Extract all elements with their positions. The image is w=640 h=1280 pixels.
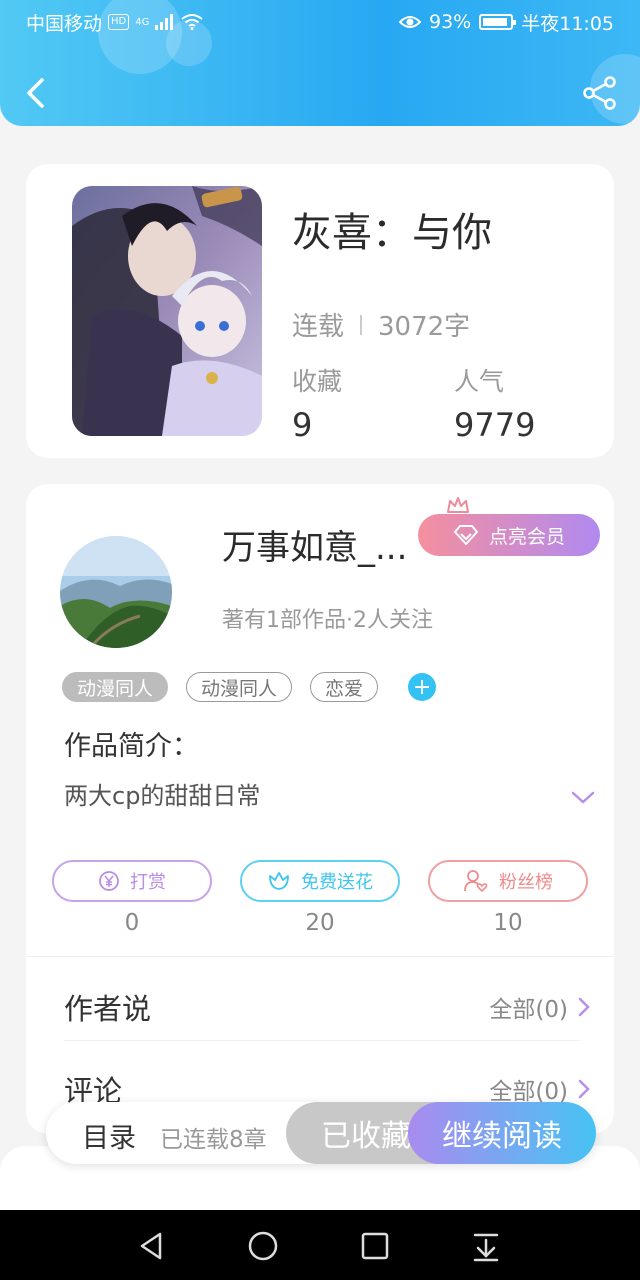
triangle-back-icon bbox=[140, 1232, 162, 1260]
hd-badge: HD bbox=[108, 14, 130, 30]
bottom-action-bar: 目录 已连载8章 已收藏 继续阅读 bbox=[46, 1102, 596, 1164]
diamond-icon bbox=[453, 525, 478, 545]
author-avatar[interactable] bbox=[60, 536, 172, 648]
chevron-right-icon bbox=[578, 1079, 590, 1099]
chevron-down-icon[interactable] bbox=[570, 790, 596, 806]
tag-item[interactable]: 动漫同人 bbox=[186, 672, 293, 702]
comments-all-text: 全部(0) bbox=[489, 1079, 568, 1105]
eye-comfort-icon bbox=[399, 16, 421, 28]
square-recents-icon bbox=[361, 1232, 389, 1260]
nav-recents-button[interactable] bbox=[357, 1228, 393, 1264]
battery-icon bbox=[479, 14, 517, 30]
reward-button[interactable]: 打赏 bbox=[52, 860, 212, 902]
author-meta: 著有1部作品·2人关注 bbox=[222, 608, 433, 633]
tag-item[interactable]: 恋爱 bbox=[310, 672, 379, 702]
wifi-icon bbox=[181, 14, 203, 30]
network-label: 4G bbox=[135, 16, 150, 28]
intro-text: 两大cp的甜甜日常 bbox=[64, 782, 261, 810]
divider bbox=[360, 314, 363, 335]
continue-reading-button[interactable]: 继续阅读 bbox=[408, 1102, 596, 1164]
book-title: 灰喜：与你 bbox=[292, 210, 492, 256]
share-button[interactable] bbox=[582, 76, 618, 110]
reward-count: 0 bbox=[124, 910, 140, 936]
clock: 半夜11:05 bbox=[521, 12, 614, 35]
intro-label: 作品简介： bbox=[64, 731, 199, 762]
signal-icon bbox=[155, 14, 174, 30]
battery-percent: 93% bbox=[429, 11, 472, 33]
tag-item[interactable]: 动漫同人 bbox=[62, 672, 169, 702]
reward-label: 打赏 bbox=[130, 872, 166, 893]
nav-home-button[interactable] bbox=[245, 1228, 281, 1264]
back-button[interactable] bbox=[22, 74, 50, 112]
send-flower-label: 免费送花 bbox=[301, 872, 373, 893]
fans-count: 10 bbox=[493, 910, 523, 936]
vip-button[interactable]: 点亮会员 bbox=[418, 514, 600, 556]
tag-list: 动漫同人 动漫同人 恋爱 + bbox=[62, 672, 437, 702]
add-tag-button[interactable]: + bbox=[408, 673, 437, 701]
popularity-label: 人气 bbox=[454, 367, 505, 396]
book-cover-image[interactable] bbox=[72, 186, 262, 436]
word-count: 3072字 bbox=[378, 312, 471, 342]
nav-notifications-button[interactable] bbox=[468, 1228, 504, 1264]
book-info-card: 灰喜：与你 连载 3072字 收藏 9 人气 9779 bbox=[26, 164, 614, 458]
author-name[interactable]: 万事如意_... bbox=[222, 520, 407, 569]
circle-home-icon bbox=[248, 1231, 278, 1261]
chevron-left-icon bbox=[27, 78, 44, 108]
vip-label: 点亮会员 bbox=[488, 525, 565, 548]
nav-back-button[interactable] bbox=[134, 1228, 170, 1264]
saved-label: 已收藏 bbox=[321, 1119, 411, 1154]
serial-status: 连载 bbox=[292, 312, 345, 342]
send-flower-button[interactable]: 免费送花 bbox=[240, 860, 400, 902]
fans-ranking-label: 粉丝榜 bbox=[499, 872, 553, 893]
yen-coin-icon bbox=[99, 871, 119, 891]
author-says-label: 作者说 bbox=[64, 992, 152, 1026]
author-says-all-link[interactable]: 全部(0) bbox=[489, 990, 590, 1024]
favorites-label: 收藏 bbox=[292, 367, 343, 396]
user-heart-icon bbox=[464, 870, 488, 893]
pull-down-icon bbox=[473, 1233, 499, 1262]
continue-reading-label: 继续阅读 bbox=[442, 1119, 562, 1154]
chevron-right-icon bbox=[578, 997, 590, 1017]
top-header: 中国移动 HD 4G 93% 半夜11:05 bbox=[0, 0, 640, 126]
author-details-card: 万事如意_... 点亮会员 著有1部作品·2人关注 动漫同人 动漫同人 恋爱 +… bbox=[26, 484, 614, 1134]
divider bbox=[64, 1040, 580, 1041]
plus-icon: + bbox=[412, 674, 432, 700]
carrier-label: 中国移动 bbox=[26, 12, 103, 35]
flower-count: 20 bbox=[305, 910, 335, 936]
status-bar: 中国移动 HD 4G 93% 半夜11:05 bbox=[0, 0, 640, 44]
author-says-all-text: 全部(0) bbox=[489, 997, 568, 1023]
divider bbox=[26, 956, 614, 957]
toc-button[interactable]: 目录 bbox=[82, 1116, 136, 1155]
flower-icon bbox=[269, 872, 289, 890]
comments-all-link[interactable]: 全部(0) bbox=[489, 1072, 590, 1106]
book-status-row: 连载 3072字 bbox=[292, 306, 470, 343]
chapter-count: 已连载8章 bbox=[160, 1127, 267, 1153]
share-icon bbox=[583, 76, 616, 110]
fans-ranking-button[interactable]: 粉丝榜 bbox=[428, 860, 588, 902]
favorites-value: 9 bbox=[292, 406, 313, 444]
system-nav-bar bbox=[0, 1210, 640, 1280]
popularity-value: 9779 bbox=[454, 406, 536, 444]
